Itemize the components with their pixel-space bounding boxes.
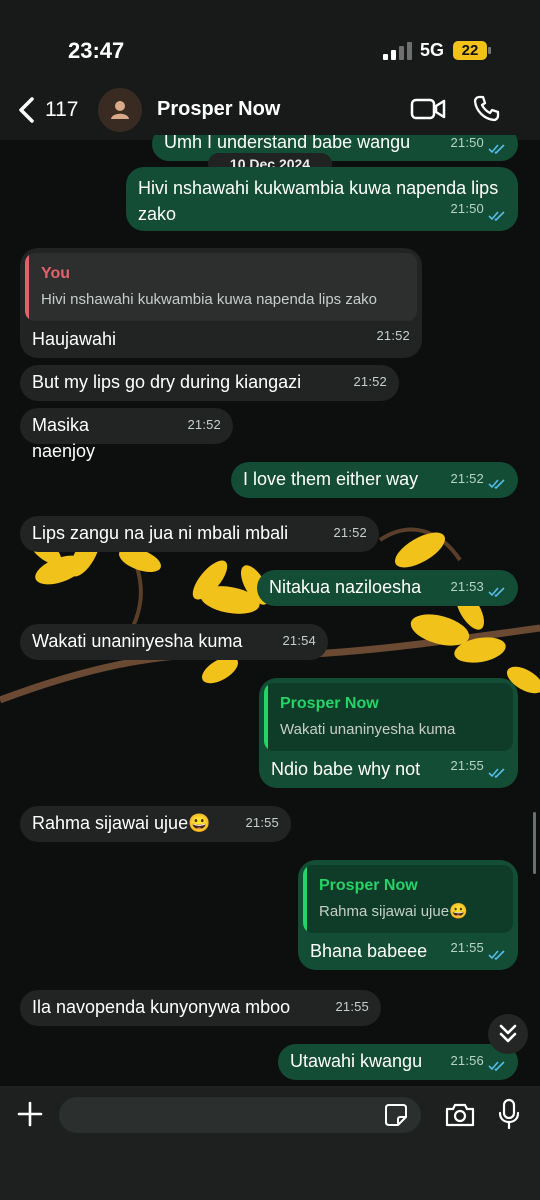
quoted-message[interactable]: Prosper Now Wakati unaninyesha kuma [264, 683, 513, 751]
scroll-to-bottom-button[interactable] [488, 1014, 528, 1054]
message-text: Nitakua naziloesha [269, 577, 422, 597]
quote-sender: You [41, 265, 71, 282]
message-bubble[interactable]: Prosper Now Wakati unaninyesha kuma Ndio… [259, 678, 518, 788]
message-text: Wakati unaninyesha kuma [32, 631, 243, 651]
double-check-icon [488, 768, 505, 779]
message-text: Rahma sijawai ujue😀 [32, 813, 211, 833]
message-time: 21:53 [450, 579, 484, 594]
message-bubble[interactable]: Ila navopenda kunyonywa mboo 21:55 [20, 990, 381, 1026]
quote-text: Wakati unaninyesha kuma [280, 721, 456, 738]
message-time: 21:55 [450, 758, 484, 773]
message-text: Ila navopenda kunyonywa mboo [32, 997, 291, 1017]
microphone-icon[interactable] [498, 1098, 520, 1130]
person-icon [111, 101, 129, 119]
quote-sender: Prosper Now [319, 877, 418, 894]
message-time: 21:52 [333, 525, 367, 540]
message-bubble[interactable]: I love them either way 21:52 [231, 462, 518, 498]
message-bubble[interactable]: Prosper Now Rahma sijawai ujue😀 Bhana ba… [298, 860, 518, 970]
message-time: 21:52 [450, 471, 484, 486]
phone-icon[interactable] [472, 94, 500, 122]
camera-icon[interactable] [444, 1102, 476, 1128]
message-time: 21:54 [282, 633, 316, 648]
message-time: 21:52 [187, 417, 221, 432]
quote-bar [25, 253, 29, 321]
double-check-icon [488, 211, 505, 222]
message-time: 21:55 [450, 940, 484, 955]
message-bubble[interactable]: But my lips go dry during kiangazi 21:52 [20, 365, 399, 401]
message-time: 21:50 [450, 135, 484, 150]
plus-icon[interactable] [16, 1100, 44, 1128]
message-text: Umh I understand babe wangu [164, 135, 411, 152]
status-bar: 23:47 5G 22 [0, 0, 540, 90]
message-time: 21:50 [450, 201, 484, 216]
message-bubble[interactable]: Lips zangu na jua ni mbali mbali 21:52 [20, 516, 379, 552]
battery-level: 22 [453, 41, 487, 60]
quote-bar [264, 683, 268, 751]
message-bubble[interactable]: Hivi nshawahi kukwambia kuwa napenda lip… [126, 167, 518, 231]
double-chevron-down-icon [499, 1024, 517, 1043]
double-check-icon [488, 587, 505, 598]
cell-signal-icon [383, 42, 412, 60]
scrollbar[interactable] [533, 812, 536, 874]
message-text: Bhana babeee [310, 941, 428, 961]
message-list[interactable]: Umh I understand babe wangu 21:50 10 Dec… [0, 135, 540, 1085]
sticker-icon[interactable] [384, 1103, 408, 1127]
message-text: Ndio babe why not [271, 759, 421, 779]
message-bubble[interactable]: Umh I understand babe wangu 21:50 [152, 135, 518, 161]
battery-cap [488, 47, 491, 54]
quote-sender: Prosper Now [280, 695, 379, 712]
message-bubble[interactable]: Rahma sijawai ujue😀 21:55 [20, 806, 291, 842]
quoted-message[interactable]: You Hivi nshawahi kukwambia kuwa napenda… [25, 253, 417, 321]
double-check-icon [488, 144, 505, 155]
message-time: 21:55 [335, 999, 369, 1014]
message-text: Masika naenjoy [32, 415, 96, 461]
double-check-icon [488, 479, 505, 490]
message-text: I love them either way [243, 469, 419, 489]
message-text: Utawahi kwangu [290, 1051, 423, 1071]
message-bubble[interactable]: Nitakua naziloesha 21:53 [257, 570, 518, 606]
composer-bar [0, 1086, 540, 1200]
message-text: But my lips go dry during kiangazi [32, 372, 302, 392]
quoted-message[interactable]: Prosper Now Rahma sijawai ujue😀 [303, 865, 513, 933]
avatar[interactable] [98, 88, 142, 132]
message-input[interactable] [59, 1097, 421, 1133]
message-bubble[interactable]: Masika naenjoy 21:52 [20, 408, 233, 461]
back-unread-count[interactable]: 117 [45, 98, 78, 122]
chat-screen: 23:47 5G 22 117 Prosper Now Umh I unders… [0, 0, 540, 1200]
message-bubble[interactable]: Utawahi kwangu 21:56 [278, 1044, 518, 1080]
message-time: 21:52 [376, 328, 410, 343]
message-time: 21:52 [353, 374, 387, 389]
message-text: Haujawahi [32, 329, 117, 349]
quote-bar [303, 865, 307, 933]
chat-header: 117 Prosper Now [0, 82, 540, 140]
message-bubble[interactable]: You Hivi nshawahi kukwambia kuwa napenda… [20, 248, 422, 358]
contact-name[interactable]: Prosper Now [157, 98, 280, 121]
video-call-icon[interactable] [410, 96, 446, 122]
chevron-left-icon[interactable] [16, 96, 36, 124]
quote-text: Hivi nshawahi kukwambia kuwa napenda lip… [41, 291, 378, 308]
quote-text: Rahma sijawai ujue😀 [319, 903, 468, 920]
message-time: 21:55 [245, 815, 279, 830]
network-type: 5G [420, 40, 445, 60]
double-check-icon [488, 1061, 505, 1072]
double-check-icon [488, 950, 505, 961]
message-bubble[interactable]: Wakati unaninyesha kuma 21:54 [20, 624, 328, 660]
message-time: 21:56 [450, 1053, 484, 1068]
message-text: Lips zangu na jua ni mbali mbali [32, 523, 289, 543]
status-time: 23:47 [68, 38, 125, 63]
